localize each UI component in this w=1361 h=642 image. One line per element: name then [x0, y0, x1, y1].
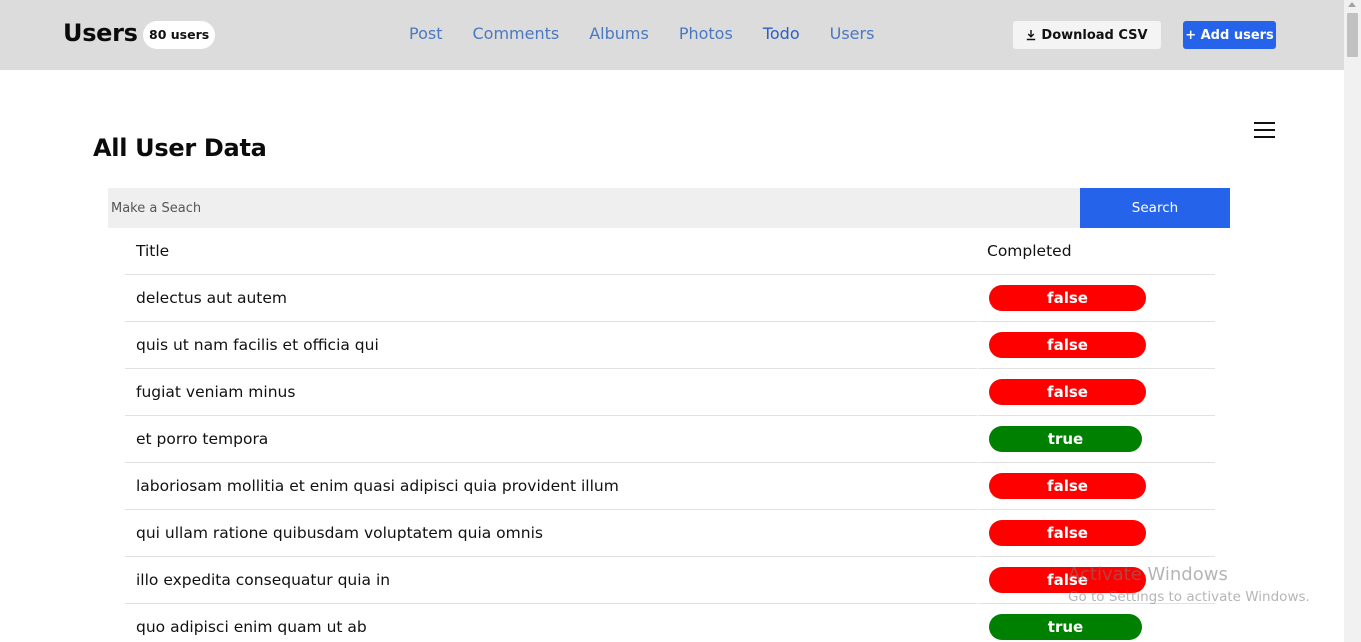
hamburger-menu-icon[interactable] — [1254, 122, 1276, 138]
table-row: fugiat veniam minus false — [125, 369, 1215, 416]
search-button[interactable]: Search — [1080, 188, 1230, 228]
row-status-cell: false — [977, 369, 1215, 416]
row-status-cell: false — [977, 510, 1215, 557]
nav-link-albums[interactable]: Albums — [589, 24, 649, 43]
download-icon — [1027, 29, 1036, 40]
row-title: quo adipisci enim quam ut ab — [125, 604, 977, 642]
status-badge: false — [989, 379, 1146, 405]
status-badge: false — [989, 520, 1146, 546]
nav-link-users[interactable]: Users — [830, 24, 875, 43]
column-header-title: Title — [125, 228, 977, 275]
status-badge: false — [989, 473, 1146, 499]
nav-link-todo[interactable]: Todo — [763, 24, 800, 43]
row-title: quis ut nam facilis et officia qui — [125, 322, 977, 369]
row-title: et porro tempora — [125, 416, 977, 463]
table-row: illo expedita consequatur quia in false — [125, 557, 1215, 604]
search-input[interactable] — [108, 188, 1080, 228]
status-badge: false — [989, 567, 1146, 593]
column-header-completed: Completed — [977, 228, 1215, 275]
top-header: Users 80 users Post Comments Albums Phot… — [0, 0, 1344, 70]
table-row: qui ullam ratione quibusdam voluptatem q… — [125, 510, 1215, 557]
row-status-cell: false — [977, 275, 1215, 322]
row-title: qui ullam ratione quibusdam voluptatem q… — [125, 510, 977, 557]
scroll-up-arrow-icon[interactable] — [1348, 2, 1356, 7]
row-title: illo expedita consequatur quia in — [125, 557, 977, 604]
brand-title: Users — [63, 19, 138, 47]
todo-table: Title Completed delectus aut autem false… — [125, 228, 1215, 642]
nav-link-photos[interactable]: Photos — [679, 24, 733, 43]
status-badge: false — [989, 332, 1146, 358]
table-row: laboriosam mollitia et enim quasi adipis… — [125, 463, 1215, 510]
download-csv-button[interactable]: Download CSV — [1013, 21, 1161, 49]
add-users-button[interactable]: + Add users — [1183, 21, 1276, 49]
row-status-cell: false — [977, 322, 1215, 369]
row-title: fugiat veniam minus — [125, 369, 977, 416]
status-badge: false — [989, 285, 1146, 311]
download-csv-label: Download CSV — [1041, 27, 1148, 43]
nav-link-comments[interactable]: Comments — [472, 24, 559, 43]
table-header: Title Completed — [125, 228, 1215, 275]
row-status-cell: true — [977, 604, 1215, 642]
vertical-scrollbar[interactable] — [1344, 0, 1361, 642]
scrollbar-thumb[interactable] — [1347, 13, 1358, 57]
row-title: laboriosam mollitia et enim quasi adipis… — [125, 463, 977, 510]
user-count-badge: 80 users — [143, 21, 216, 49]
status-badge: true — [989, 426, 1142, 452]
page: Users 80 users Post Comments Albums Phot… — [0, 0, 1361, 642]
table-row: quo adipisci enim quam ut ab true — [125, 604, 1215, 642]
row-status-cell: true — [977, 416, 1215, 463]
table-row: et porro tempora true — [125, 416, 1215, 463]
row-title: delectus aut autem — [125, 275, 977, 322]
table-row: quis ut nam facilis et officia qui false — [125, 322, 1215, 369]
row-status-cell: false — [977, 557, 1215, 604]
status-badge: true — [989, 614, 1142, 640]
page-title: All User Data — [93, 134, 267, 162]
nav-link-post[interactable]: Post — [409, 24, 442, 43]
row-status-cell: false — [977, 463, 1215, 510]
main-nav: Post Comments Albums Photos Todo Users — [394, 24, 889, 43]
table-row: delectus aut autem false — [125, 275, 1215, 322]
